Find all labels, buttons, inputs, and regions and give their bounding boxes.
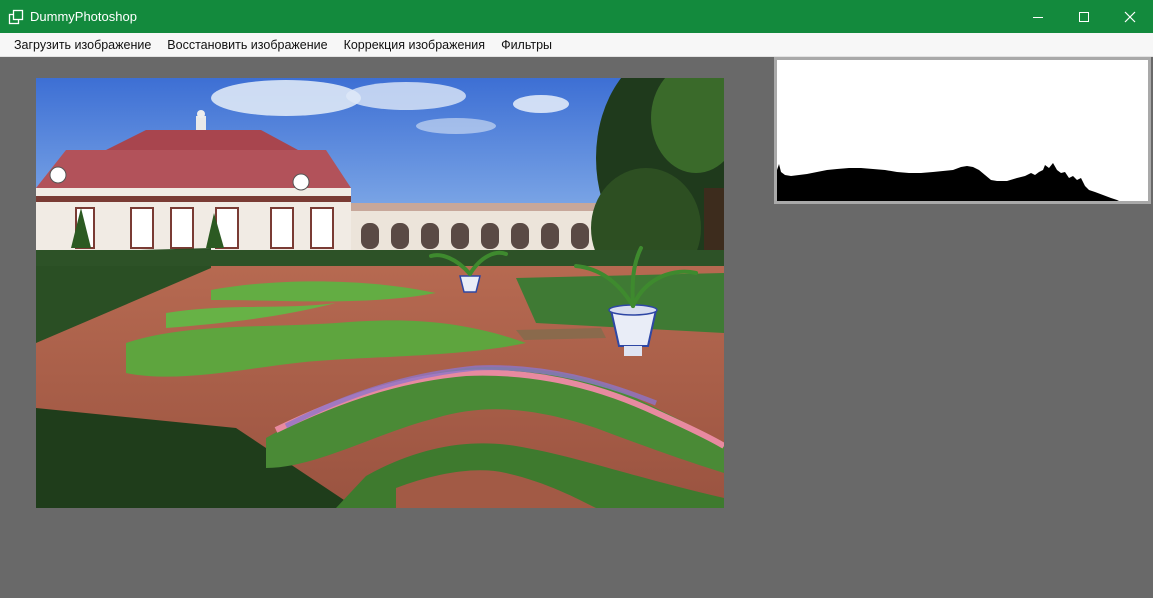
histogram-chart (777, 163, 1119, 201)
histogram-panel (774, 57, 1151, 204)
app-window-icon (8, 9, 24, 25)
histogram-bars (777, 163, 1119, 201)
menu-restore-image[interactable]: Восстановить изображение (159, 33, 335, 57)
histogram-plot-area (777, 60, 1148, 201)
minimize-icon (1033, 16, 1043, 18)
menu-filters[interactable]: Фильтры (493, 33, 560, 57)
close-icon (1124, 11, 1136, 22)
close-button[interactable] (1107, 0, 1153, 33)
maximize-icon (1079, 11, 1089, 22)
window-title: DummyPhotoshop (30, 9, 137, 24)
garden-photo (36, 78, 724, 508)
minimize-button[interactable] (1015, 0, 1061, 33)
image-canvas[interactable] (36, 78, 724, 508)
menu-bar: Загрузить изображение Восстановить изобр… (0, 33, 1153, 57)
title-bar[interactable]: DummyPhotoshop (0, 0, 1153, 33)
maximize-button[interactable] (1061, 0, 1107, 33)
menu-load-image[interactable]: Загрузить изображение (6, 33, 159, 57)
menu-image-correction[interactable]: Коррекция изображения (336, 33, 494, 57)
